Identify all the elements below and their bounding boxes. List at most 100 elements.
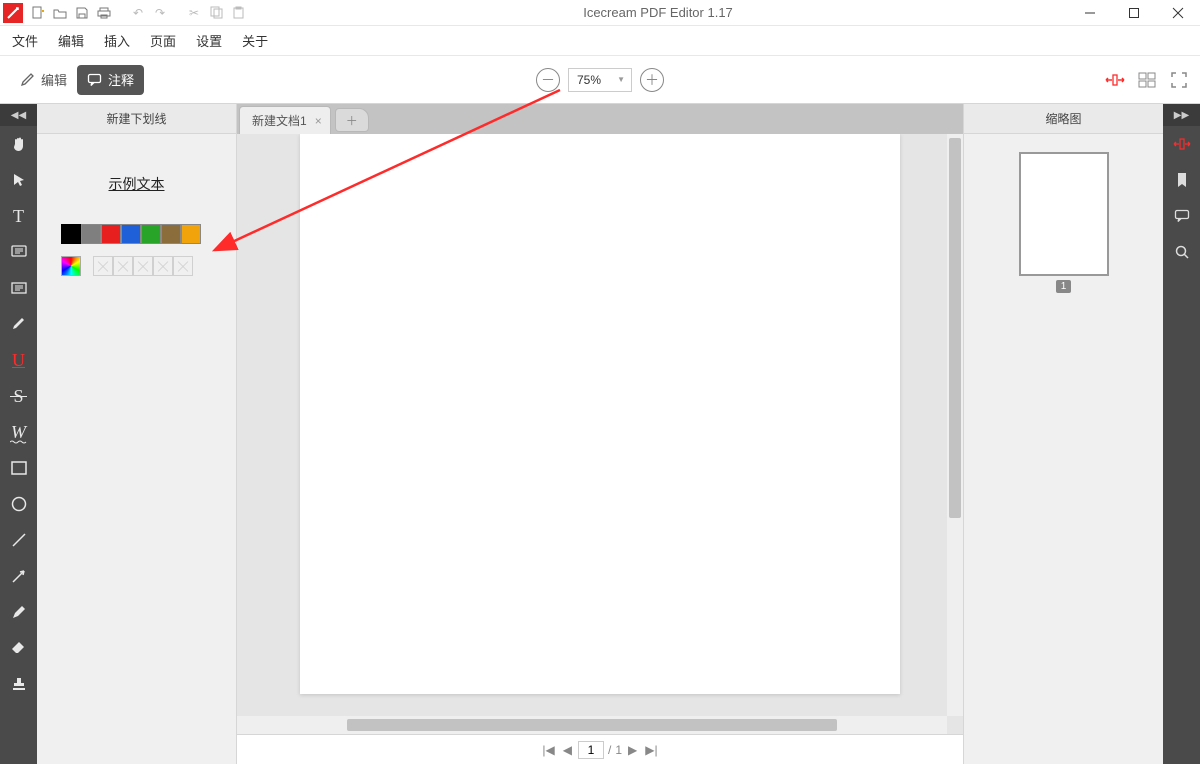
thumbnails-tab[interactable] bbox=[1163, 126, 1200, 162]
empty-color-slot[interactable] bbox=[133, 256, 153, 276]
menu-insert[interactable]: 插入 bbox=[100, 27, 134, 54]
first-page-button[interactable]: |◀ bbox=[540, 743, 556, 757]
page-navigator: |◀ ◀ / 1 ▶ ▶| bbox=[237, 734, 963, 764]
color-swatch[interactable] bbox=[121, 224, 141, 244]
app-icon bbox=[3, 3, 23, 23]
strikethrough-tool[interactable]: S bbox=[0, 378, 37, 414]
close-button[interactable] bbox=[1156, 0, 1200, 26]
document-tab-strip: 新建文档1 × ＋ bbox=[237, 104, 963, 134]
grid-view-icon[interactable] bbox=[1136, 69, 1158, 91]
color-swatch[interactable] bbox=[141, 224, 161, 244]
main-area: ◀◀ T U S W 新建下划线 示例文本 bbox=[0, 104, 1200, 764]
squiggly-tool[interactable]: W bbox=[0, 414, 37, 450]
new-icon[interactable] bbox=[28, 3, 48, 23]
left-properties-panel: 新建下划线 示例文本 bbox=[37, 104, 237, 764]
zoom-select[interactable]: 75% ▼ bbox=[568, 68, 632, 92]
menu-edit[interactable]: 编辑 bbox=[54, 27, 88, 54]
menu-settings[interactable]: 设置 bbox=[192, 27, 226, 54]
page-total: 1 bbox=[615, 743, 622, 757]
open-icon[interactable] bbox=[50, 3, 70, 23]
menu-about[interactable]: 关于 bbox=[238, 27, 272, 54]
title-bar: ↶ ↷ ✂ Icecream PDF Editor 1.17 bbox=[0, 0, 1200, 26]
comments-tab[interactable] bbox=[1163, 198, 1200, 234]
thumbnail-page-number: 1 bbox=[1056, 280, 1072, 293]
highlight-tool[interactable] bbox=[0, 306, 37, 342]
recent-colors bbox=[93, 256, 193, 276]
underline-tool[interactable]: U bbox=[0, 342, 37, 378]
document-tab-label: 新建文档1 bbox=[252, 112, 307, 129]
last-page-button[interactable]: ▶| bbox=[643, 743, 659, 757]
color-swatch[interactable] bbox=[61, 224, 81, 244]
zoom-out-button[interactable]: － bbox=[536, 68, 560, 92]
comment-icon bbox=[87, 72, 102, 87]
close-tab-icon[interactable]: × bbox=[315, 114, 322, 128]
document-page[interactable] bbox=[300, 134, 900, 694]
textbox-tool[interactable] bbox=[0, 270, 37, 306]
sample-text-preview: 示例文本 bbox=[37, 174, 236, 194]
new-tab-button[interactable]: ＋ bbox=[335, 108, 369, 132]
edit-mode-label: 编辑 bbox=[41, 70, 67, 89]
annotate-mode-label: 注释 bbox=[108, 70, 134, 89]
rectangle-tool[interactable] bbox=[0, 450, 37, 486]
hand-tool[interactable] bbox=[0, 126, 37, 162]
left-tool-rail: ◀◀ T U S W bbox=[0, 104, 37, 764]
page-thumbnail[interactable] bbox=[1019, 152, 1109, 276]
empty-color-slot[interactable] bbox=[93, 256, 113, 276]
color-swatch[interactable] bbox=[81, 224, 101, 244]
edit-mode-button[interactable]: 编辑 bbox=[10, 65, 77, 95]
empty-color-slot[interactable] bbox=[153, 256, 173, 276]
stamp-tool[interactable] bbox=[0, 666, 37, 702]
pencil-tool[interactable] bbox=[0, 594, 37, 630]
pencil-icon bbox=[20, 72, 35, 87]
zoom-value: 75% bbox=[577, 73, 601, 87]
zoom-in-button[interactable]: ＋ bbox=[640, 68, 664, 92]
color-swatch[interactable] bbox=[181, 224, 201, 244]
chevron-down-icon: ▼ bbox=[617, 75, 625, 84]
fit-width-icon[interactable] bbox=[1104, 69, 1126, 91]
menu-bar: 文件 编辑 插入 页面 设置 关于 bbox=[0, 26, 1200, 56]
vertical-scrollbar[interactable] bbox=[947, 134, 963, 716]
pager-separator: / bbox=[608, 743, 611, 757]
bookmarks-tab[interactable] bbox=[1163, 162, 1200, 198]
collapse-left-panel-button[interactable]: ◀◀ bbox=[0, 104, 37, 126]
save-icon[interactable] bbox=[72, 3, 92, 23]
document-area: 新建文档1 × ＋ |◀ ◀ / 1 ▶ ▶| bbox=[237, 104, 963, 764]
page-number-input[interactable] bbox=[578, 741, 604, 759]
paste-icon[interactable] bbox=[228, 3, 248, 23]
redo-icon[interactable]: ↷ bbox=[150, 3, 170, 23]
color-swatch-row bbox=[61, 224, 236, 244]
note-tool[interactable] bbox=[0, 234, 37, 270]
document-viewport[interactable] bbox=[237, 134, 963, 734]
horizontal-scrollbar[interactable] bbox=[237, 716, 947, 734]
arrow-tool[interactable] bbox=[0, 558, 37, 594]
maximize-button[interactable] bbox=[1112, 0, 1156, 26]
select-tool[interactable] bbox=[0, 162, 37, 198]
annotate-mode-button[interactable]: 注释 bbox=[77, 65, 144, 95]
empty-color-slot[interactable] bbox=[113, 256, 133, 276]
menu-page[interactable]: 页面 bbox=[146, 27, 180, 54]
menu-file[interactable]: 文件 bbox=[8, 27, 42, 54]
window-title: Icecream PDF Editor 1.17 bbox=[248, 5, 1068, 20]
empty-color-slot[interactable] bbox=[173, 256, 193, 276]
undo-icon[interactable]: ↶ bbox=[128, 3, 148, 23]
copy-icon[interactable] bbox=[206, 3, 226, 23]
prev-page-button[interactable]: ◀ bbox=[561, 743, 574, 757]
eraser-tool[interactable] bbox=[0, 630, 37, 666]
quick-access-toolbar: ↶ ↷ ✂ bbox=[28, 3, 248, 23]
search-tab[interactable] bbox=[1163, 234, 1200, 270]
color-swatch[interactable] bbox=[101, 224, 121, 244]
print-icon[interactable] bbox=[94, 3, 114, 23]
text-tool[interactable]: T bbox=[0, 198, 37, 234]
minimize-button[interactable] bbox=[1068, 0, 1112, 26]
cut-icon[interactable]: ✂ bbox=[184, 3, 204, 23]
color-swatch[interactable] bbox=[161, 224, 181, 244]
left-panel-title: 新建下划线 bbox=[37, 104, 236, 134]
color-picker-button[interactable] bbox=[61, 256, 81, 276]
thumbnails-panel: 缩略图 1 bbox=[963, 104, 1163, 764]
document-tab[interactable]: 新建文档1 × bbox=[239, 106, 331, 134]
next-page-button[interactable]: ▶ bbox=[626, 743, 639, 757]
collapse-right-panel-button[interactable]: ▶▶ bbox=[1163, 104, 1200, 126]
fullscreen-icon[interactable] bbox=[1168, 69, 1190, 91]
line-tool[interactable] bbox=[0, 522, 37, 558]
circle-tool[interactable] bbox=[0, 486, 37, 522]
